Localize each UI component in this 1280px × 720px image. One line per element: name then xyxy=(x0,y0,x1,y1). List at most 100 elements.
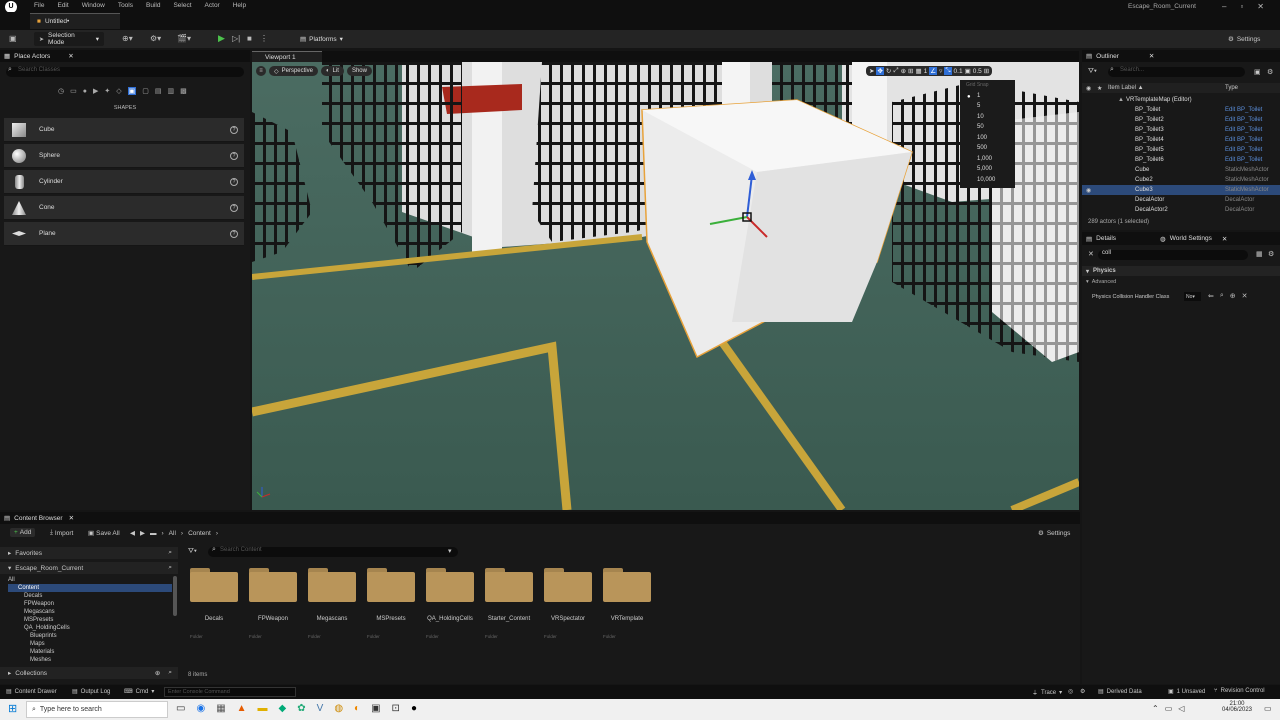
select-tool-icon[interactable]: ➤ xyxy=(869,67,874,75)
minimize-icon[interactable]: – xyxy=(1222,2,1226,11)
grid-snap-icon[interactable]: ▦ xyxy=(915,67,921,75)
output-log-button[interactable]: ▤ Output Log xyxy=(72,688,110,696)
outliner-tab[interactable]: Outliner xyxy=(1096,53,1119,60)
settings-icon[interactable]: ⚙ xyxy=(1080,688,1085,695)
search-icon[interactable]: ⌕ xyxy=(168,549,172,557)
path-content[interactable]: Content xyxy=(188,530,211,537)
add-icon[interactable]: ⊕ xyxy=(1230,292,1236,300)
snap-option[interactable]: 500 xyxy=(960,143,1015,154)
history-forward-icon[interactable]: ▶ xyxy=(140,529,145,537)
shape-item-cylinder[interactable]: Cylinder ? xyxy=(4,170,244,194)
tree-item-maps[interactable]: Maps xyxy=(8,640,172,648)
place-actors-tab[interactable]: Place Actors xyxy=(14,53,50,60)
outliner-row[interactable]: BP_Toilet2 Edit BP_Toilet xyxy=(1082,115,1280,125)
menu-edit[interactable]: Edit xyxy=(57,2,68,9)
row-type[interactable]: Edit BP_Toilet xyxy=(1225,127,1262,133)
recent-icon[interactable]: ◷ xyxy=(58,87,64,95)
outliner-row[interactable]: BP_Toilet5 Edit BP_Toilet xyxy=(1082,145,1280,155)
platforms-button[interactable]: ▤ Platforms ▾ xyxy=(300,35,343,44)
basic-icon[interactable]: ▭ xyxy=(70,87,77,95)
find-icon[interactable]: ⌕ xyxy=(1220,292,1224,300)
outliner-row[interactable]: Cube StaticMeshActor xyxy=(1082,165,1280,175)
project-section[interactable]: ▾ Escape_Room_Current ⌕ xyxy=(0,562,178,574)
outliner-row-selected[interactable]: ◉ Cube3 StaticMeshActor xyxy=(1082,185,1280,195)
add-collection-icon[interactable]: ⊕ xyxy=(155,669,160,677)
add-button[interactable]: + Add xyxy=(10,528,36,537)
content-search-input[interactable]: Search Content xyxy=(208,547,458,557)
tree-item-qa-holdingcells[interactable]: QA_HoldingCells xyxy=(8,624,172,632)
windows-start-icon[interactable]: ⊞ xyxy=(8,702,17,715)
step-icon[interactable]: ▷| xyxy=(232,34,240,43)
record-icon[interactable]: ◎ xyxy=(1068,688,1073,695)
menu-file[interactable]: File xyxy=(34,2,44,9)
row-type[interactable]: Edit BP_Toilet xyxy=(1225,147,1262,153)
scale-snap-value[interactable]: 0.1 xyxy=(954,68,963,75)
snap-option[interactable]: 10,000 xyxy=(960,175,1015,186)
row-type[interactable]: Edit BP_Toilet xyxy=(1225,137,1262,143)
show-button[interactable]: Show xyxy=(346,66,372,76)
geometry-icon[interactable]: ◇ xyxy=(116,87,121,95)
folder-tile[interactable]: VRSpectator Folder xyxy=(544,568,592,639)
clear-icon[interactable]: ✕ xyxy=(1242,292,1248,300)
tree-scrollbar[interactable] xyxy=(173,576,177,616)
tree-item-meshes[interactable]: Meshes xyxy=(8,656,172,664)
rotate-snap-icon[interactable]: ∠ xyxy=(929,67,938,75)
unreal-engine-icon[interactable]: ● xyxy=(411,703,417,714)
menu-select[interactable]: Select xyxy=(173,2,191,9)
details-tab[interactable]: Details xyxy=(1096,235,1116,242)
scale-snap-icon[interactable]: ⤡ xyxy=(944,67,952,75)
outliner-search-input[interactable]: Search... xyxy=(1108,67,1245,77)
menu-help[interactable]: Help xyxy=(233,2,246,9)
stop-icon[interactable]: ■ xyxy=(247,34,252,43)
network-icon[interactable]: ▭ xyxy=(1165,704,1173,713)
world-space-icon[interactable]: ⊕ xyxy=(901,67,906,75)
volume-icon[interactable]: ◁ xyxy=(1178,704,1184,713)
camera-speed-value[interactable]: 0.5 xyxy=(973,68,982,75)
visual-effects-icon[interactable]: ✦ xyxy=(104,87,110,95)
maximize-viewport-icon[interactable]: ⊞ xyxy=(984,67,989,75)
cinematic-icon[interactable]: ▶ xyxy=(93,87,98,95)
shapes-icon[interactable]: ▣ xyxy=(127,87,137,95)
tree-item-megascans[interactable]: Megascans xyxy=(8,608,172,616)
level-viewport[interactable]: ≡ ◇ Perspective ◐ Lit Show ➤ ✥ ↻ ⤢ ⊕ ⊞ ▦… xyxy=(252,62,1079,510)
folder-tile[interactable]: FPWeapon Folder xyxy=(249,568,297,639)
menu-actor[interactable]: Actor xyxy=(205,2,220,9)
notification-icon[interactable]: ▭ xyxy=(1264,704,1272,713)
lights-icon[interactable]: ● xyxy=(83,88,87,95)
chrome-icon[interactable]: ◉ xyxy=(196,703,205,714)
scale-tool-icon[interactable]: ⤢ xyxy=(893,67,898,75)
help-icon[interactable]: ? xyxy=(230,152,238,160)
rotate-tool-icon[interactable]: ↻ xyxy=(886,67,891,75)
tree-item-materials[interactable]: Materials xyxy=(8,648,172,656)
folder-tile[interactable]: Starter_Content Folder xyxy=(485,568,533,639)
favorites-section[interactable]: ▸ Favorites ⌕ xyxy=(0,547,178,559)
shape-item-sphere[interactable]: Sphere ? xyxy=(4,144,244,168)
document-tab[interactable]: ■ Untitled• xyxy=(30,13,120,29)
app-icon[interactable]: ⊡ xyxy=(392,703,400,714)
misc-icon[interactable]: ▥ xyxy=(168,87,175,95)
tree-item-all[interactable]: All xyxy=(8,576,172,584)
import-button[interactable]: ⤓ Import xyxy=(50,529,73,537)
search-icon[interactable]: ⌕ xyxy=(168,669,172,677)
outliner-row[interactable]: DecalActor DecalActor xyxy=(1082,195,1280,205)
derived-data-button[interactable]: ▤ Derived Data xyxy=(1098,688,1142,696)
chevron-down-icon[interactable]: ▾ xyxy=(448,547,452,555)
snap-option[interactable]: 50 xyxy=(960,122,1015,133)
taskbar-search-input[interactable]: ⌕ Type here to search xyxy=(26,701,168,718)
outliner-root-row[interactable]: ▲ VRTemplateMap (Editor) xyxy=(1082,95,1280,105)
play-options-icon[interactable]: ⋮ xyxy=(260,34,268,43)
history-back-icon[interactable]: ◀ xyxy=(130,529,135,537)
outliner-row[interactable]: DecalActor2 DecalActor xyxy=(1082,205,1280,215)
gear-icon[interactable]: ⚙ xyxy=(1268,250,1274,258)
row-type[interactable]: Edit BP_Toilet xyxy=(1225,107,1262,113)
blueprint-icon[interactable]: ⚙▾ xyxy=(150,34,161,43)
row-type[interactable]: Edit BP_Toilet xyxy=(1225,157,1262,163)
help-icon[interactable]: ? xyxy=(230,126,238,134)
play-icon[interactable]: ▶ xyxy=(218,33,225,44)
content-settings-button[interactable]: ⚙ Settings xyxy=(1038,529,1070,538)
taskbar-clock[interactable]: 21:00 04/06/2023 xyxy=(1218,701,1256,713)
trace-button[interactable]: ⏚ Trace ▾ xyxy=(1032,688,1062,698)
help-icon[interactable]: ? xyxy=(230,204,238,212)
physics-category[interactable]: ▾ Physics xyxy=(1082,266,1280,276)
tree-item-content[interactable]: Content xyxy=(8,584,172,592)
